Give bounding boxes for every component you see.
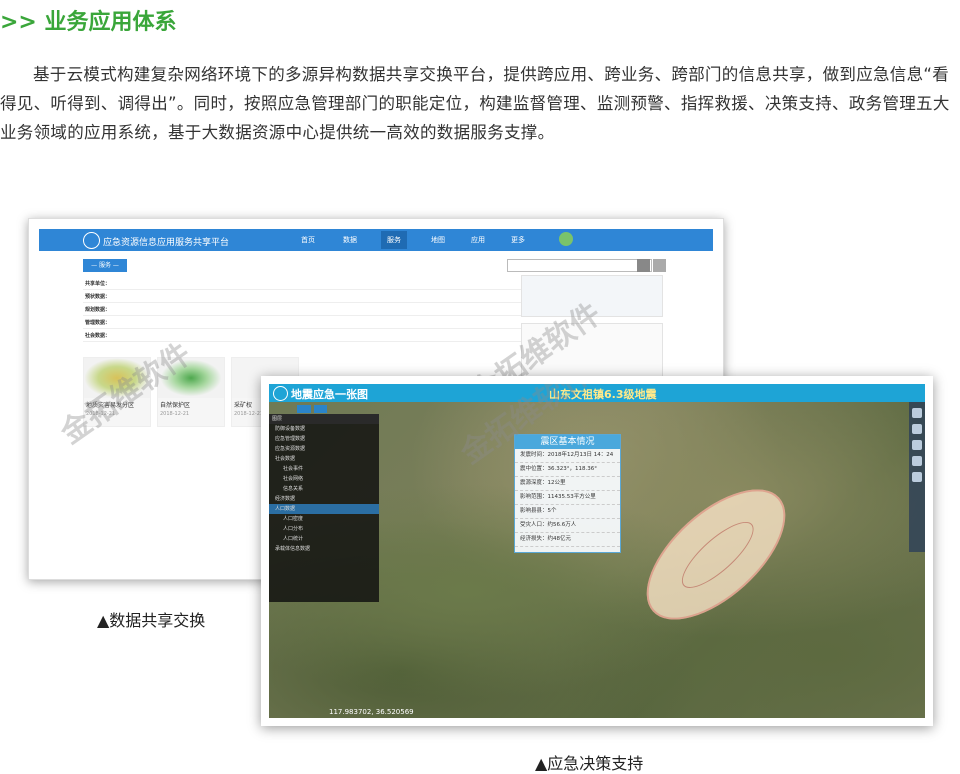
layer-item[interactable]: 承载体信息数据 (269, 544, 379, 554)
search-input[interactable] (507, 259, 652, 272)
info-row: 震源深度：12公里 (515, 477, 620, 491)
info-row: 震中位置：36.323°，118.36° (515, 463, 620, 477)
layers-icon[interactable] (912, 408, 922, 418)
nav-map[interactable]: 地图 (431, 235, 445, 245)
section-heading: >> 业务应用体系 (0, 10, 177, 35)
caption-data-sharing: ▲数据共享交换 (97, 611, 206, 630)
map-tabs (297, 405, 330, 413)
info-row: 受灾人口：约56.6万人 (515, 519, 620, 533)
layer-item[interactable]: 防御设备数据 (269, 424, 379, 434)
nav-apps[interactable]: 应用 (471, 235, 485, 245)
filter-label: 预状数据： (85, 294, 111, 300)
map-frame: 117.983702, 36.520569 地震应急一张图 山东文祖镇6.3级地… (269, 384, 925, 718)
layer-item[interactable]: 社会网络 (269, 474, 379, 484)
layer-item[interactable]: 人口统计 (269, 534, 379, 544)
quake-info-popup: 震区基本情况 发震时间：2018年12月13日 14：24 震中位置：36.32… (514, 434, 621, 553)
layer-item[interactable]: 信息关系 (269, 484, 379, 494)
service-tag: — 服务 — (83, 259, 127, 272)
coordinate-readout: 117.983702, 36.520569 (329, 708, 414, 716)
filter-label: 管理数据： (85, 320, 111, 326)
layer-item[interactable]: 经济数据 (269, 494, 379, 504)
filter-label: 规划数据： (85, 307, 111, 313)
card-title: 自然保护区 (160, 402, 191, 409)
info-row: 发震时间：2018年12月13日 14：24 (515, 449, 620, 463)
decision-support-screenshot: 117.983702, 36.520569 地震应急一张图 山东文祖镇6.3级地… (261, 376, 933, 726)
layer-item[interactable]: 应急资源数据 (269, 444, 379, 454)
earthquake-impact-zone[interactable] (624, 466, 808, 643)
layer-item[interactable]: 人口数据 (269, 504, 379, 514)
layer-item[interactable]: 人口密度 (269, 514, 379, 524)
map-app-title: 地震应急一张图 (291, 388, 368, 401)
filter-label: 共享单位： (85, 281, 111, 287)
document-icon[interactable] (912, 440, 922, 450)
intro-paragraph: 基于云模式构建复杂网络环境下的多源异构数据共享交换平台，提供跨应用、跨业务、跨部… (0, 65, 950, 142)
filter-panel: 共享单位： 预状数据： 规划数据： 管理数据： 社会数据： (83, 277, 523, 347)
info-title: 震区基本情况 (515, 435, 620, 449)
refresh-icon[interactable] (653, 259, 666, 272)
platform-logo-icon (83, 232, 100, 249)
nav-home[interactable]: 首页 (301, 235, 315, 245)
user-avatar[interactable] (559, 232, 573, 246)
platform-header: 应急资源信息应用服务共享平台 首页 数据 服务 地图 应用 更多 (39, 229, 713, 251)
map-tab[interactable] (313, 405, 328, 413)
map-toolbar (909, 402, 925, 552)
info-row: 影响县县：5个 (515, 505, 620, 519)
layer-item[interactable]: 社会数据 (269, 454, 379, 464)
layer-item[interactable]: 社会事件 (269, 464, 379, 474)
filter-label: 社会数据： (85, 333, 111, 339)
info-row: 经济损失：约48亿元 (515, 533, 620, 547)
caption-decision-support: ▲应急决策支持 (535, 754, 644, 773)
map-tab[interactable] (297, 405, 311, 413)
layer-item[interactable]: 人口分布 (269, 524, 379, 534)
stats-icon[interactable] (912, 456, 922, 466)
platform-title: 应急资源信息应用服务共享平台 (103, 238, 230, 248)
nav-data[interactable]: 数据 (343, 235, 357, 245)
tools-icon[interactable] (912, 472, 922, 482)
chart-icon[interactable] (912, 424, 922, 434)
layer-tree-panel: 图层 防御设备数据 应急管理数据 应急资源数据 社会数据 社会事件 社会网络 信… (269, 414, 379, 602)
card-date: 2018-12-21 (160, 411, 190, 417)
nav-service[interactable]: 服务 (381, 231, 407, 249)
layer-item[interactable]: 应急管理数据 (269, 434, 379, 444)
map-logo-icon (273, 386, 288, 401)
layer-panel-header: 图层 (269, 414, 379, 424)
search-icon[interactable] (637, 259, 650, 272)
nav-more[interactable]: 更多 (511, 235, 525, 245)
info-row: 影响范围：11435.53平方公里 (515, 491, 620, 505)
